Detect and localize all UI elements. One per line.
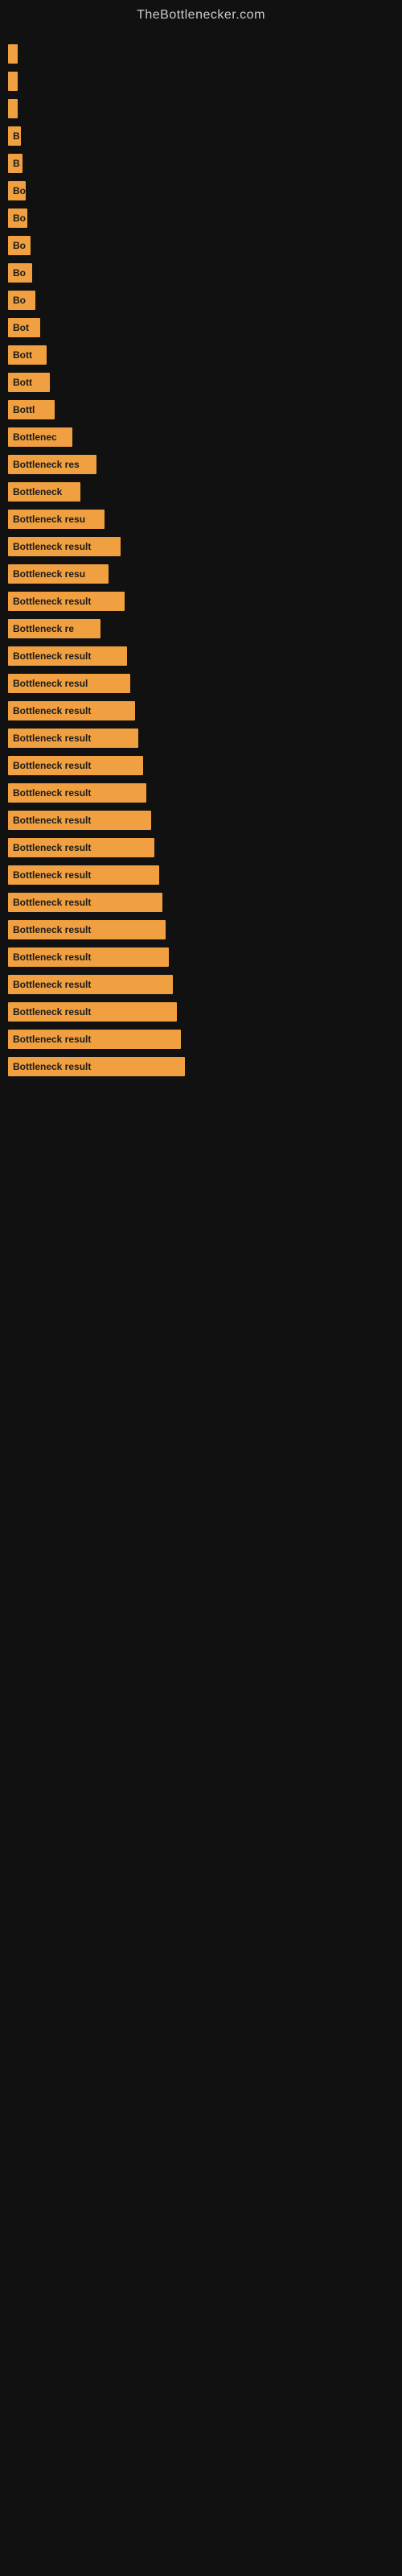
bar-row: Bottleneck result [8, 946, 394, 968]
bar-row: Bo [8, 207, 394, 229]
bar-label: Bo [8, 236, 31, 255]
bar-label: Bottleneck resu [8, 564, 109, 584]
bar-label: Bottleneck result [8, 756, 143, 775]
bar-label: Bottleneck result [8, 1002, 177, 1022]
bar-label: Bottleneck result [8, 838, 154, 857]
bar-row: Bot [8, 316, 394, 339]
bar-label: Bot [8, 318, 40, 337]
bar-label: Bottleneck result [8, 975, 173, 994]
bar-label: Bo [8, 181, 26, 200]
bar-row: Bottleneck re [8, 617, 394, 640]
bar-row [8, 70, 394, 93]
bar-label: Bottleneck resul [8, 674, 130, 693]
bar-row: Bottleneck result [8, 590, 394, 613]
bar-row: Bo [8, 234, 394, 257]
bar-row: Bottleneck result [8, 1055, 394, 1078]
bar-row: B [8, 125, 394, 147]
bar-row: Bottleneck result [8, 754, 394, 777]
bar-row: Bottleneck res [8, 453, 394, 476]
bar-row: Bott [8, 371, 394, 394]
bar-label: Bott [8, 373, 50, 392]
bar-row: Bo [8, 289, 394, 312]
bar-row: Bottleneck resu [8, 563, 394, 585]
bar-label: Bottleneck result [8, 729, 138, 748]
bar-row: Bottleneck result [8, 700, 394, 722]
site-title: TheBottlenecker.com [0, 0, 402, 27]
bar-row: B [8, 152, 394, 175]
bar-label: Bottleneck result [8, 646, 127, 666]
bar-row: Bottl [8, 398, 394, 421]
bar-row: Bo [8, 180, 394, 202]
bar-label: Bott [8, 345, 47, 365]
bar-label: Bo [8, 263, 32, 283]
bar-row: Bottleneck result [8, 535, 394, 558]
bar-row: Bottleneck [8, 481, 394, 503]
bar-label [8, 44, 18, 64]
bar-label: Bottleneck result [8, 1030, 181, 1049]
bar-label: Bottleneck res [8, 455, 96, 474]
bar-label: Bo [8, 208, 27, 228]
bar-row: Bottleneck result [8, 727, 394, 749]
bar-label: Bottleneck result [8, 811, 151, 830]
bar-row: Bott [8, 344, 394, 366]
bar-label: Bottlenec [8, 427, 72, 447]
bar-row: Bottlenec [8, 426, 394, 448]
bars-container: BB Bo Bo Bo Bo Bo Bot Bott Bott Bottl Bottlenec Bot… [0, 27, 402, 1091]
bar-label: Bottleneck result [8, 865, 159, 885]
bar-row [8, 43, 394, 65]
bar-label [8, 99, 18, 118]
bar-row: Bottleneck result [8, 645, 394, 667]
bar-label: Bottleneck result [8, 537, 121, 556]
bar-label: Bottleneck result [8, 947, 169, 967]
bar-row: Bottleneck resu [8, 508, 394, 530]
bar-label: Bottleneck result [8, 592, 125, 611]
bar-row: Bottleneck result [8, 782, 394, 804]
bar-row: Bottleneck result [8, 864, 394, 886]
bar-label: Bottleneck resu [8, 510, 105, 529]
bar-row: Bottleneck result [8, 809, 394, 832]
bar-row: Bottleneck resul [8, 672, 394, 695]
bar-label: B [8, 126, 21, 146]
bar-row [8, 97, 394, 120]
bar-label: Bottl [8, 400, 55, 419]
bar-row: Bottleneck result [8, 1001, 394, 1023]
bar-row: Bo [8, 262, 394, 284]
bar-row: Bottleneck result [8, 919, 394, 941]
bar-label: Bottleneck [8, 482, 80, 502]
bar-label: Bo [8, 291, 35, 310]
bar-label: Bottleneck re [8, 619, 100, 638]
bar-row: Bottleneck result [8, 1028, 394, 1051]
bar-label: Bottleneck result [8, 920, 166, 939]
bar-label: Bottleneck result [8, 701, 135, 720]
bar-row: Bottleneck result [8, 973, 394, 996]
bar-row: Bottleneck result [8, 836, 394, 859]
bar-label: Bottleneck result [8, 893, 162, 912]
bar-label: Bottleneck result [8, 783, 146, 803]
bar-row: Bottleneck result [8, 891, 394, 914]
bar-label: B [8, 154, 23, 173]
bar-label: Bottleneck result [8, 1057, 185, 1076]
bar-label [8, 72, 18, 91]
